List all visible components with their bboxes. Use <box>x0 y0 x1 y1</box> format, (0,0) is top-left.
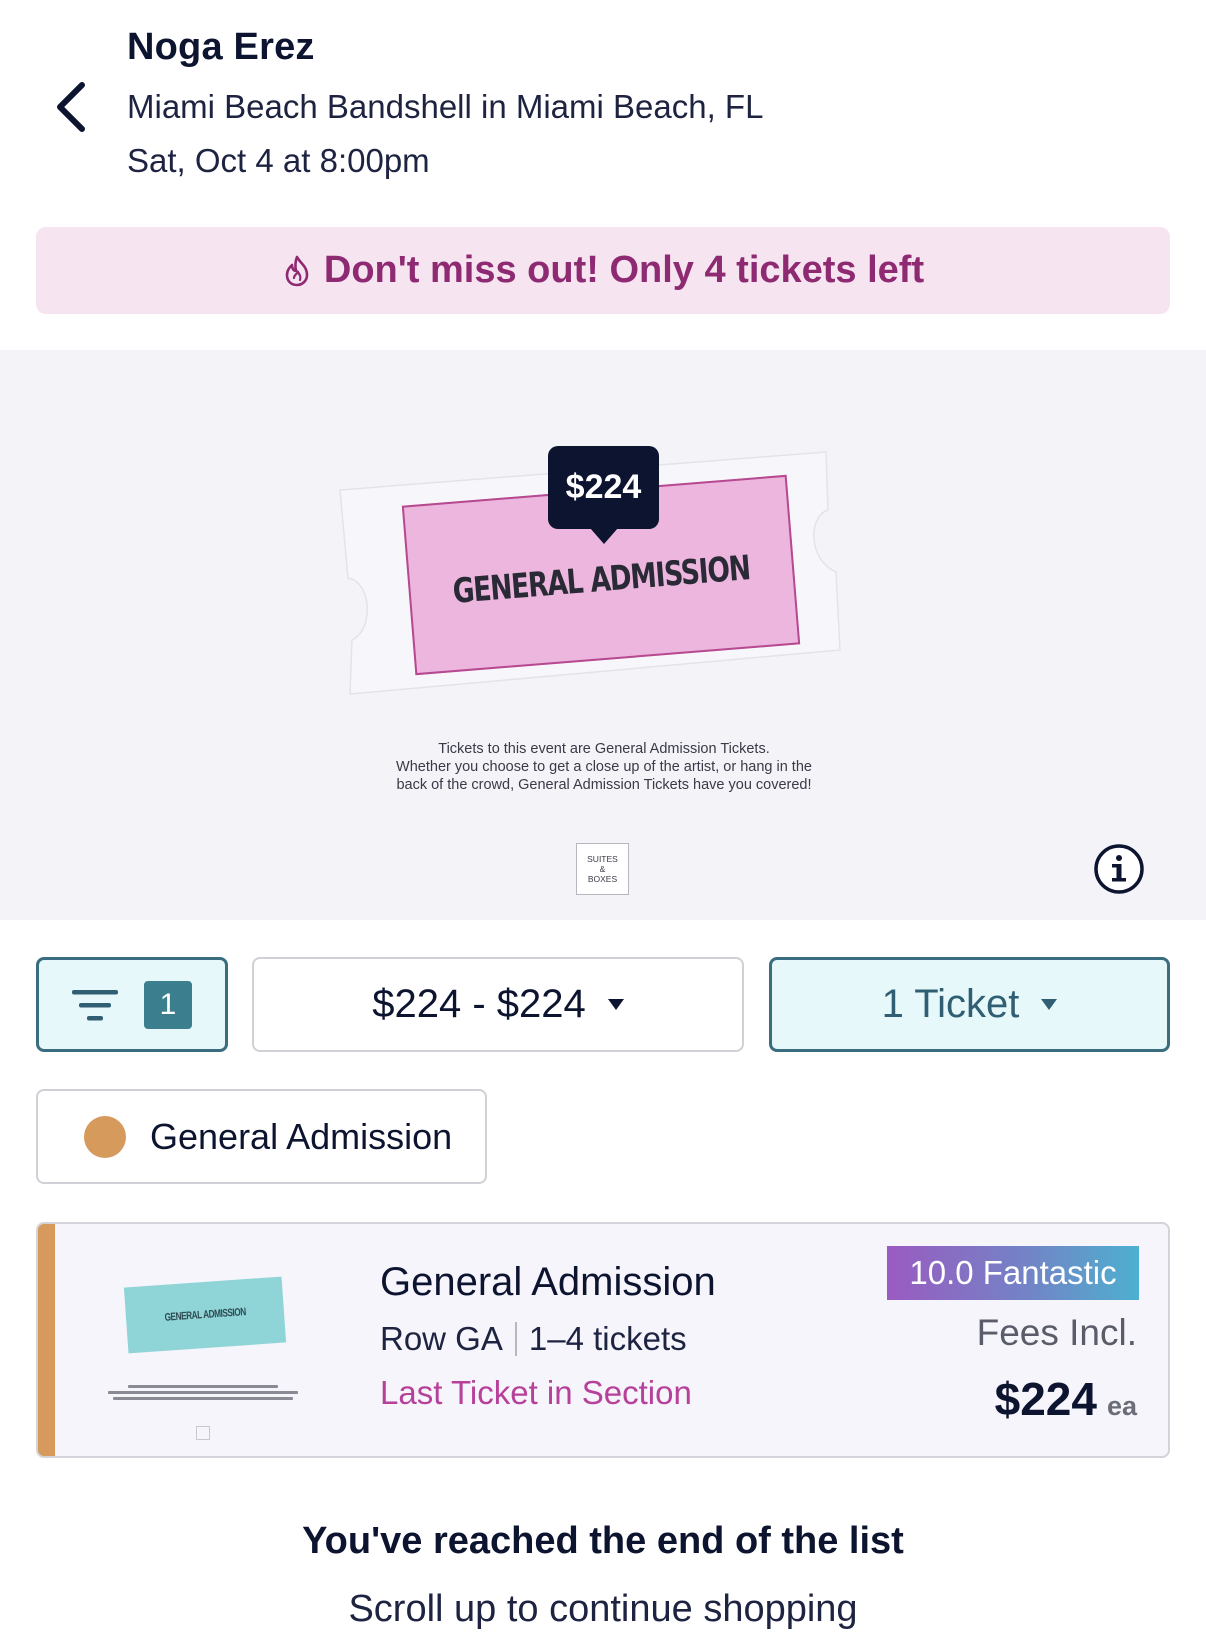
back-button[interactable] <box>40 72 100 142</box>
map-description: Tickets to this event are General Admiss… <box>300 740 908 794</box>
section-color-dot <box>84 1115 126 1158</box>
flame-icon <box>285 255 309 286</box>
event-date: Sat, Oct 4 at 8:00pm <box>127 142 430 179</box>
map-description-line: Tickets to this event are General Admiss… <box>438 741 770 757</box>
info-button[interactable] <box>1093 843 1145 895</box>
suites-label: SUITES <box>587 854 618 864</box>
boxes-label: BOXES <box>587 874 618 884</box>
listing-accent-bar <box>38 1224 55 1456</box>
suites-amp: & <box>599 864 606 874</box>
listing-price: $224 ea <box>995 1372 1137 1426</box>
price-pin-tail <box>590 528 618 544</box>
end-of-list-subtitle: Scroll up to continue shopping <box>348 1588 858 1630</box>
filter-lines-icon <box>72 989 118 1020</box>
thumbnail-suites-box <box>196 1426 210 1440</box>
ticket-listing-page: Noga Erez Miami Beach Bandshell in Miami… <box>0 0 1206 1644</box>
event-header: Noga Erez Miami Beach Bandshell in Miami… <box>0 0 1206 200</box>
price-range-dropdown[interactable]: $224 - $224 <box>252 957 744 1052</box>
ticket-listing-card[interactable]: GENERAL ADMISSION General Admission Row … <box>36 1222 1170 1458</box>
price-unit: ea <box>1106 1391 1137 1421</box>
map-description-line: back of the crowd, General Admission Tic… <box>396 777 812 793</box>
price-value: $224 <box>994 1373 1097 1425</box>
end-of-list-title: You've reached the end of the list <box>302 1520 904 1562</box>
event-venue: Miami Beach Bandshell in Miami Beach, FL <box>127 88 764 125</box>
caret-down-icon <box>607 999 624 1010</box>
event-title: Noga Erez <box>127 26 315 68</box>
filters-button[interactable]: 1 <box>36 957 228 1052</box>
fees-label: Fees Incl. <box>976 1312 1137 1353</box>
map-description-line: Whether you choose to get a close up of … <box>396 759 812 775</box>
urgency-banner: Don't miss out! Only 4 tickets left <box>36 227 1170 314</box>
thumbnail-text-lines <box>108 1382 298 1403</box>
section-map-label: GENERAL ADMISSION <box>451 548 752 612</box>
rating-badge: 10.0 Fantastic <box>887 1246 1139 1300</box>
info-icon <box>1094 844 1144 894</box>
section-filter-chip[interactable]: General Admission <box>36 1089 487 1184</box>
banner-text: Don't miss out! Only 4 tickets left <box>323 249 925 291</box>
listing-row-info: Row GA 1–4 tickets <box>380 1320 687 1358</box>
listing-thumbnail: GENERAL ADMISSION <box>108 1262 348 1442</box>
caret-down-icon <box>1041 999 1058 1010</box>
ticket-quantity-value: 1 Ticket <box>881 982 1020 1026</box>
filter-count-badge: 1 <box>144 980 192 1029</box>
price-range-value: $224 - $224 <box>372 982 586 1026</box>
listing-row: Row GA <box>380 1320 503 1357</box>
listing-qty-range: 1–4 tickets <box>528 1320 687 1357</box>
chevron-left-icon <box>57 82 85 132</box>
section-chip-label: General Admission <box>150 1115 453 1157</box>
ticket-quantity-dropdown[interactable]: 1 Ticket <box>769 957 1170 1052</box>
suites-boxes-section[interactable]: SUITES & BOXES <box>576 843 629 895</box>
row-divider <box>514 1322 517 1356</box>
map-price-pin[interactable]: $224 <box>548 446 659 529</box>
thumbnail-section: GENERAL ADMISSION <box>123 1276 287 1354</box>
listing-note: Last Ticket in Section <box>380 1374 692 1411</box>
thumbnail-section-label: GENERAL ADMISSION <box>164 1306 246 1324</box>
listing-title: General Admission <box>380 1260 716 1304</box>
